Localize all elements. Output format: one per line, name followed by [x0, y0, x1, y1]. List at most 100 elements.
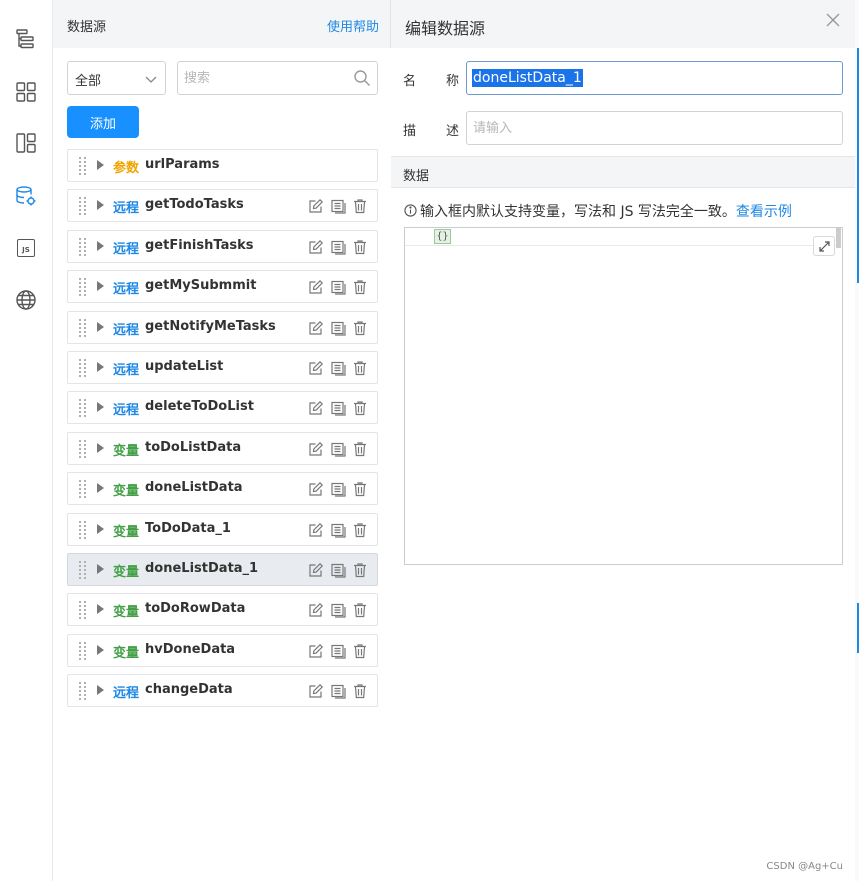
copy-icon[interactable]	[329, 319, 347, 337]
description-field[interactable]	[466, 111, 843, 145]
drag-handle-icon[interactable]	[79, 399, 87, 417]
layout-icon[interactable]	[14, 131, 38, 155]
drag-handle-icon[interactable]	[79, 319, 87, 337]
datasource-item[interactable]: 参数 urlParams	[67, 149, 378, 182]
delete-icon[interactable]	[351, 561, 369, 579]
expand-caret-icon[interactable]	[97, 402, 104, 412]
edit-icon[interactable]	[307, 480, 325, 498]
drag-handle-icon[interactable]	[79, 278, 87, 296]
delete-icon[interactable]	[351, 601, 369, 619]
edit-icon[interactable]	[307, 561, 325, 579]
name-field[interactable]: doneListData_1	[466, 61, 843, 95]
copy-icon[interactable]	[329, 278, 347, 296]
delete-icon[interactable]	[351, 399, 369, 417]
delete-icon[interactable]	[351, 359, 369, 377]
datasource-item[interactable]: 远程 getFinishTasks	[67, 230, 378, 263]
edit-icon[interactable]	[307, 197, 325, 215]
edit-icon[interactable]	[307, 601, 325, 619]
drag-handle-icon[interactable]	[79, 521, 87, 539]
delete-icon[interactable]	[351, 642, 369, 660]
copy-icon[interactable]	[329, 561, 347, 579]
drag-handle-icon[interactable]	[79, 359, 87, 377]
copy-icon[interactable]	[329, 642, 347, 660]
expand-caret-icon[interactable]	[97, 685, 104, 695]
drag-handle-icon[interactable]	[79, 440, 87, 458]
expand-caret-icon[interactable]	[97, 443, 104, 453]
copy-icon[interactable]	[329, 480, 347, 498]
copy-icon[interactable]	[329, 399, 347, 417]
name-field-value[interactable]: doneListData_1	[472, 69, 583, 87]
close-icon[interactable]	[825, 12, 841, 28]
datasource-icon[interactable]	[14, 184, 38, 208]
globe-icon[interactable]	[14, 288, 38, 312]
edit-icon[interactable]	[307, 682, 325, 700]
datasource-item[interactable]: 变量 doneListData	[67, 472, 378, 505]
copy-icon[interactable]	[329, 197, 347, 215]
edit-icon[interactable]	[307, 359, 325, 377]
drag-handle-icon[interactable]	[79, 601, 87, 619]
edit-icon[interactable]	[307, 238, 325, 256]
datasource-item[interactable]: 远程 getMySubmmit	[67, 270, 378, 303]
delete-icon[interactable]	[351, 521, 369, 539]
datasource-item[interactable]: 变量 toDoRowData	[67, 593, 378, 626]
datasource-item[interactable]: 远程 getNotifyMeTasks	[67, 311, 378, 344]
edit-icon[interactable]	[307, 319, 325, 337]
drag-handle-icon[interactable]	[79, 642, 87, 660]
expand-editor-button[interactable]	[813, 236, 835, 256]
datasource-item[interactable]: 远程 changeData	[67, 674, 378, 707]
description-input[interactable]	[473, 119, 833, 137]
delete-icon[interactable]	[351, 480, 369, 498]
drag-handle-icon[interactable]	[79, 197, 87, 215]
expand-caret-icon[interactable]	[97, 524, 104, 534]
drag-handle-icon[interactable]	[79, 238, 87, 256]
datasource-item[interactable]: 远程 updateList	[67, 351, 378, 384]
datasource-item[interactable]: 远程 getTodoTasks	[67, 189, 378, 222]
type-filter-select[interactable]: 全部	[67, 61, 166, 95]
search-icon[interactable]	[353, 69, 371, 87]
expand-caret-icon[interactable]	[97, 241, 104, 251]
expand-caret-icon[interactable]	[97, 362, 104, 372]
drag-handle-icon[interactable]	[79, 480, 87, 498]
expand-caret-icon[interactable]	[97, 281, 104, 291]
delete-icon[interactable]	[351, 440, 369, 458]
expand-caret-icon[interactable]	[97, 564, 104, 574]
view-example-link[interactable]: 查看示例	[736, 204, 792, 220]
edit-icon[interactable]	[307, 278, 325, 296]
editor-scrollbar[interactable]	[836, 228, 841, 248]
datasource-item[interactable]: 变量 toDoListData	[67, 432, 378, 465]
delete-icon[interactable]	[351, 682, 369, 700]
drag-handle-icon[interactable]	[79, 561, 87, 579]
datasource-item[interactable]: 远程 deleteToDoList	[67, 391, 378, 424]
copy-icon[interactable]	[329, 440, 347, 458]
help-link[interactable]: 使用帮助	[327, 16, 379, 35]
expand-caret-icon[interactable]	[97, 645, 104, 655]
copy-icon[interactable]	[329, 521, 347, 539]
edit-icon[interactable]	[307, 642, 325, 660]
edit-icon[interactable]	[307, 440, 325, 458]
edit-icon[interactable]	[307, 399, 325, 417]
copy-icon[interactable]	[329, 238, 347, 256]
delete-icon[interactable]	[351, 278, 369, 296]
drag-handle-icon[interactable]	[79, 682, 87, 700]
expand-caret-icon[interactable]	[97, 483, 104, 493]
search-input[interactable]	[184, 68, 344, 88]
copy-icon[interactable]	[329, 682, 347, 700]
components-icon[interactable]	[14, 80, 38, 104]
copy-icon[interactable]	[329, 359, 347, 377]
expand-caret-icon[interactable]	[97, 160, 104, 170]
code-editor[interactable]: {}	[404, 227, 843, 565]
delete-icon[interactable]	[351, 238, 369, 256]
delete-icon[interactable]	[351, 319, 369, 337]
copy-icon[interactable]	[329, 601, 347, 619]
drag-handle-icon[interactable]	[79, 157, 87, 175]
expand-caret-icon[interactable]	[97, 322, 104, 332]
datasource-item[interactable]: 变量 doneListData_1	[67, 553, 378, 586]
expand-caret-icon[interactable]	[97, 604, 104, 614]
outline-icon[interactable]	[14, 27, 38, 51]
edit-icon[interactable]	[307, 521, 325, 539]
search-box[interactable]	[177, 61, 378, 95]
datasource-item[interactable]: 变量 ToDoData_1	[67, 513, 378, 546]
expand-caret-icon[interactable]	[97, 200, 104, 210]
delete-icon[interactable]	[351, 197, 369, 215]
add-button[interactable]: 添加	[67, 106, 139, 138]
